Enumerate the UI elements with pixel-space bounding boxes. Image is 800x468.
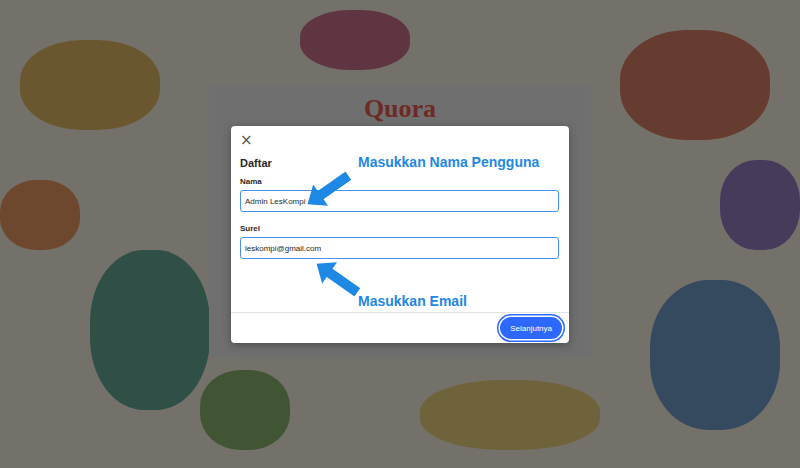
next-button[interactable]: Selanjutnya bbox=[500, 317, 562, 339]
close-button[interactable]: × bbox=[240, 132, 253, 148]
text-input[interactable]: Admin LesKompi bbox=[240, 190, 559, 212]
text-input[interactable]: leskompi@gmail.com bbox=[240, 237, 559, 259]
field-label: Nama bbox=[240, 177, 560, 186]
signup-screen: Quora × Daftar Nama Admin LesKompiSurel … bbox=[0, 0, 800, 468]
annotation-label: Masukkan Email bbox=[358, 293, 467, 309]
modal-title: Daftar bbox=[240, 157, 272, 169]
form-field: Nama Admin LesKompi bbox=[240, 177, 560, 212]
annotation-label: Masukkan Nama Pengguna bbox=[358, 154, 539, 170]
field-label: Surel bbox=[240, 224, 560, 233]
form-field: Surel leskompi@gmail.com bbox=[240, 224, 560, 259]
